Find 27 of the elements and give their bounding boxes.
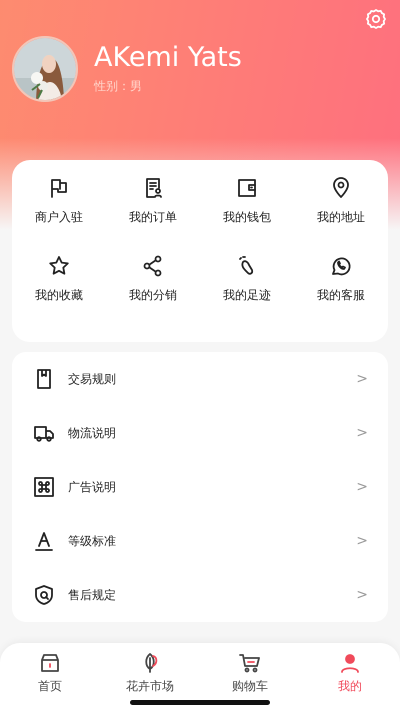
shortcut-item[interactable]: 我的订单 (106, 176, 200, 254)
menu-item[interactable]: 等级标准 > (32, 514, 368, 568)
shortcut-item[interactable]: 我的地址 (294, 176, 388, 254)
shortcut-item[interactable]: 我的钱包 (200, 176, 294, 254)
cart-icon (238, 651, 262, 675)
shortcut-item[interactable]: 我的客服 (294, 254, 388, 332)
shop-icon (38, 651, 62, 675)
tab-item[interactable]: 购物车 (200, 651, 300, 699)
settings-icon[interactable] (364, 8, 388, 32)
shortcut-item[interactable]: 我的足迹 (200, 254, 294, 332)
tab-item[interactable]: 我的 (300, 651, 400, 699)
shortcut-item[interactable]: 我的收藏 (12, 254, 106, 332)
menu-item[interactable]: 交易规则 > (32, 352, 368, 406)
menu-item[interactable]: 广告说明 > (32, 460, 368, 514)
tab-item[interactable]: 首页 (0, 651, 100, 699)
shield-icon (32, 583, 56, 607)
user-name: AKemi Yats (94, 43, 242, 73)
command-icon (32, 475, 56, 499)
user-icon (338, 651, 362, 675)
shortcut-item[interactable]: 商户入驻 (12, 176, 106, 254)
tab-item[interactable]: 花卉市场 (100, 651, 200, 699)
letter-a-icon (32, 529, 56, 553)
wallet-icon (235, 176, 259, 200)
menu-item[interactable]: 售后规定 > (32, 568, 368, 622)
gender-label: 性别：男 (94, 78, 143, 95)
shortcut-item[interactable]: 我的分销 (106, 254, 200, 332)
menu-item[interactable]: 物流说明 > (32, 406, 368, 460)
